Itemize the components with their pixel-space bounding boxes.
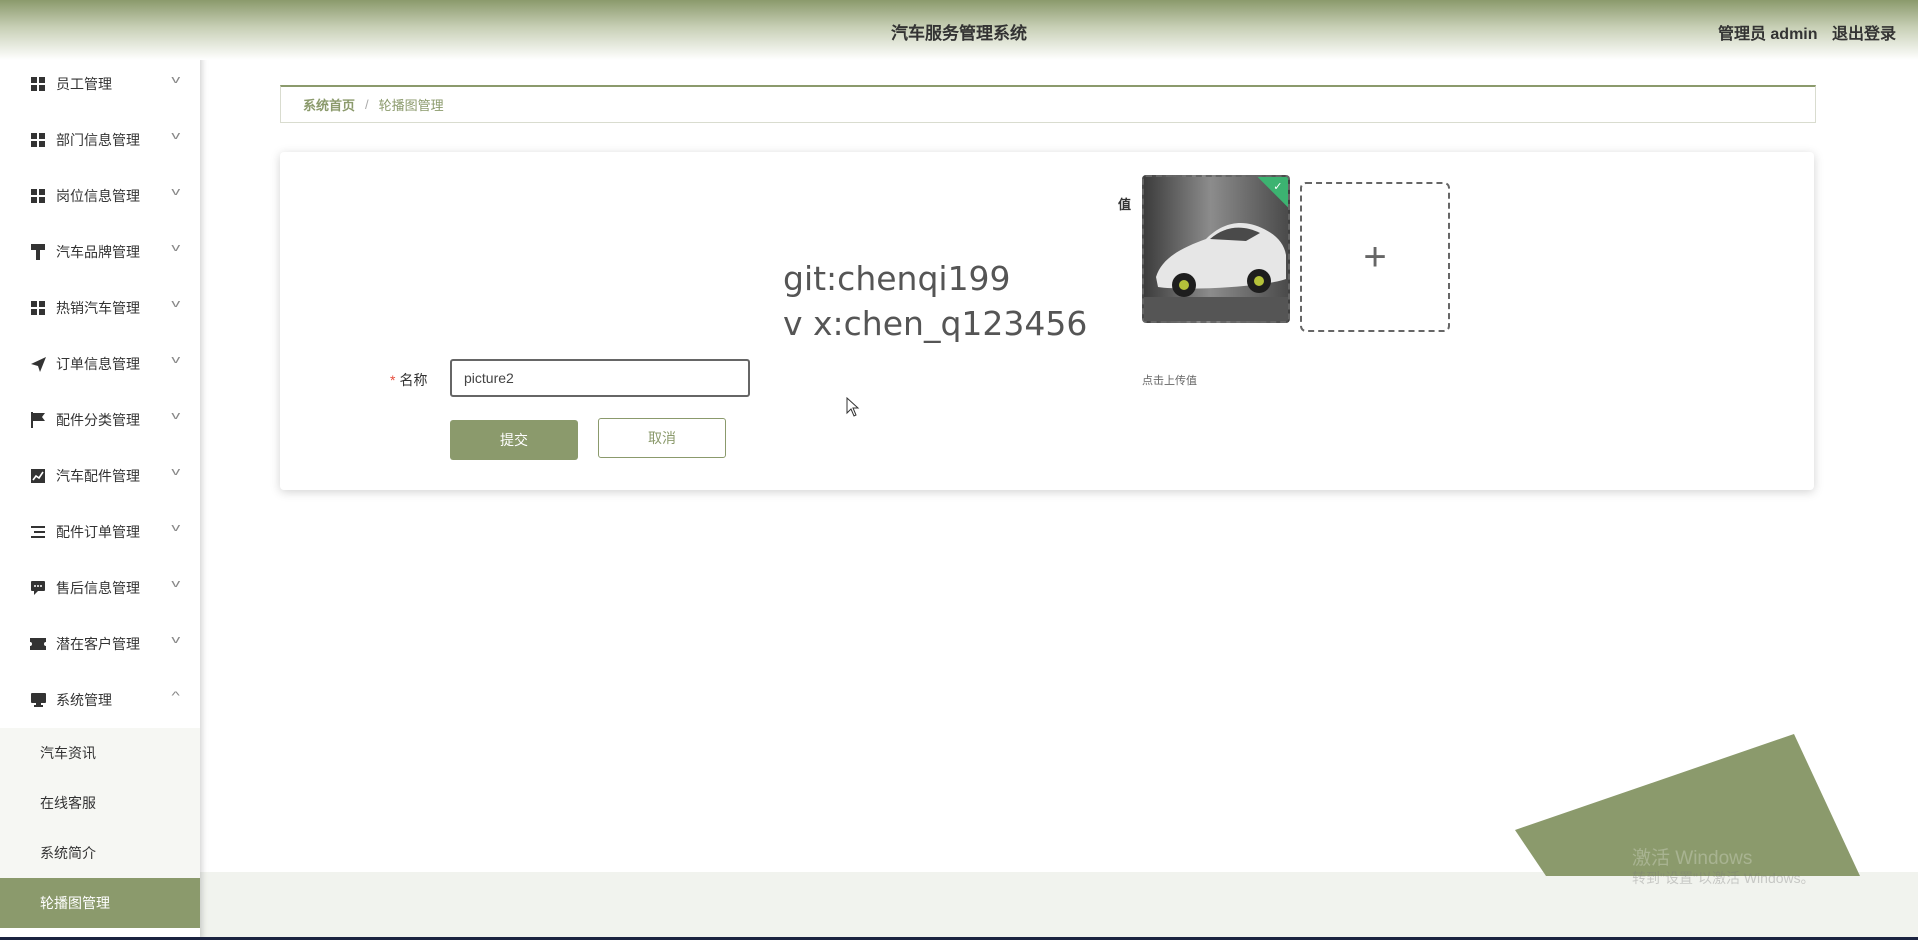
- sidebar-item-label: 热销汽车管理: [56, 300, 140, 316]
- sidebar-item-system[interactable]: 系统管理 ^: [0, 672, 200, 728]
- uploaded-image-thumbnail[interactable]: ✓: [1142, 175, 1290, 323]
- sidebar-item-employee[interactable]: 员工管理 v: [0, 56, 200, 112]
- chevron-down-icon: v: [170, 130, 180, 142]
- sidebar-item-label: 订单信息管理: [56, 356, 140, 372]
- breadcrumb-separator: /: [365, 97, 369, 112]
- submenu-item-car-news[interactable]: 汽车资讯: [0, 728, 200, 778]
- windows-activation-subtitle: 转到"设置"以激活 Windows。: [1632, 870, 1815, 886]
- sidebar-item-label: 配件分类管理: [56, 412, 140, 428]
- sidebar-item-car-parts[interactable]: 汽车配件管理 v: [0, 448, 200, 504]
- chevron-down-icon: v: [170, 242, 180, 254]
- logout-link[interactable]: 退出登录: [1832, 26, 1896, 43]
- sidebar-item-label: 汽车配件管理: [56, 468, 140, 484]
- grid-icon: [30, 132, 46, 148]
- sidebar-item-parts-category[interactable]: 配件分类管理 v: [0, 392, 200, 448]
- check-icon: ✓: [1273, 181, 1283, 194]
- car-image: [1144, 177, 1288, 321]
- sidebar-item-label: 系统管理: [56, 692, 112, 708]
- breadcrumb-current: 轮播图管理: [378, 98, 444, 113]
- chevron-down-icon: v: [170, 466, 180, 478]
- chevron-down-icon: v: [170, 522, 180, 534]
- chevron-down-icon: v: [170, 354, 180, 366]
- windows-activation-title: 激活 Windows: [1632, 848, 1753, 869]
- header-user-area: 管理员 admin 退出登录: [1708, 20, 1896, 44]
- sidebar-item-potential-customers[interactable]: 潜在客户管理 v: [0, 616, 200, 672]
- send-icon: [30, 356, 46, 372]
- sidebar-item-label: 汽车品牌管理: [56, 244, 140, 260]
- grid-icon: [30, 188, 46, 204]
- sidebar: 员工管理 v 部门信息管理 v 岗位信息管理 v 汽车品牌管理 v 热销汽车管理…: [0, 56, 200, 940]
- top-header: 汽车服务管理系统 管理员 admin 退出登录: [0, 0, 1918, 60]
- grid-icon: [30, 300, 46, 316]
- upload-tip: 点击上传值: [1142, 375, 1197, 387]
- sidebar-item-position[interactable]: 岗位信息管理 v: [0, 168, 200, 224]
- watermark-text: git:chenqi199 v x:chen_q123456: [783, 256, 1087, 346]
- sidebar-item-department[interactable]: 部门信息管理 v: [0, 112, 200, 168]
- name-label: * 名称: [390, 370, 427, 390]
- plus-icon: +: [1363, 235, 1387, 279]
- mouse-cursor-icon: [846, 397, 860, 417]
- submenu-item-online-service[interactable]: 在线客服: [0, 778, 200, 828]
- sidebar-item-after-sales[interactable]: 售后信息管理 v: [0, 560, 200, 616]
- sidebar-item-label: 部门信息管理: [56, 132, 140, 148]
- sidebar-item-orders[interactable]: 订单信息管理 v: [0, 336, 200, 392]
- sidebar-item-parts-orders[interactable]: 配件订单管理 v: [0, 504, 200, 560]
- sidebar-item-label: 潜在客户管理: [56, 636, 140, 652]
- chart-icon: [30, 468, 46, 484]
- chevron-down-icon: v: [170, 186, 180, 198]
- sidebar-item-label: 售后信息管理: [56, 580, 140, 596]
- chevron-down-icon: v: [170, 578, 180, 590]
- chevron-down-icon: v: [170, 634, 180, 646]
- submenu-item-system-intro[interactable]: 系统简介: [0, 828, 200, 878]
- paint-roller-icon: [30, 244, 46, 260]
- name-label-text: 名称: [399, 372, 428, 388]
- image-upload-button[interactable]: +: [1300, 182, 1450, 332]
- required-mark: *: [390, 372, 396, 388]
- sidebar-item-label: 配件订单管理: [56, 524, 140, 540]
- submenu-item-carousel[interactable]: 轮播图管理: [0, 878, 200, 928]
- watermark-line-2: v x:chen_q123456: [783, 304, 1088, 343]
- monitor-icon: [30, 692, 46, 708]
- sidebar-item-label: 员工管理: [56, 76, 112, 92]
- list-icon: [30, 524, 46, 540]
- ticket-icon: [30, 636, 46, 652]
- value-label: 值: [1118, 197, 1132, 212]
- breadcrumb: 系统首页 / 轮播图管理: [280, 85, 1816, 123]
- user-label: 管理员 admin: [1717, 26, 1818, 43]
- grid-icon: [30, 76, 46, 92]
- chevron-down-icon: v: [170, 298, 180, 310]
- sidebar-item-label: 岗位信息管理: [56, 188, 140, 204]
- app-title: 汽车服务管理系统: [891, 24, 1027, 43]
- flag-icon: [30, 412, 46, 428]
- chevron-up-icon: ^: [171, 690, 180, 702]
- system-submenu: 汽车资讯 在线客服 系统简介 轮播图管理: [0, 728, 200, 928]
- submit-button[interactable]: 提交: [450, 420, 578, 460]
- sidebar-item-hot-cars[interactable]: 热销汽车管理 v: [0, 280, 200, 336]
- sidebar-item-car-brand[interactable]: 汽车品牌管理 v: [0, 224, 200, 280]
- watermark-line-1: git:chenqi199: [783, 259, 1011, 298]
- carousel-edit-form: git:chenqi199 v x:chen_q123456 *名称 提交 取消…: [280, 152, 1814, 490]
- name-input[interactable]: [450, 359, 750, 397]
- message-icon: [30, 580, 46, 596]
- chevron-down-icon: v: [170, 410, 180, 422]
- breadcrumb-home[interactable]: 系统首页: [303, 95, 355, 114]
- chevron-down-icon: v: [170, 74, 180, 86]
- cancel-button[interactable]: 取消: [598, 418, 726, 458]
